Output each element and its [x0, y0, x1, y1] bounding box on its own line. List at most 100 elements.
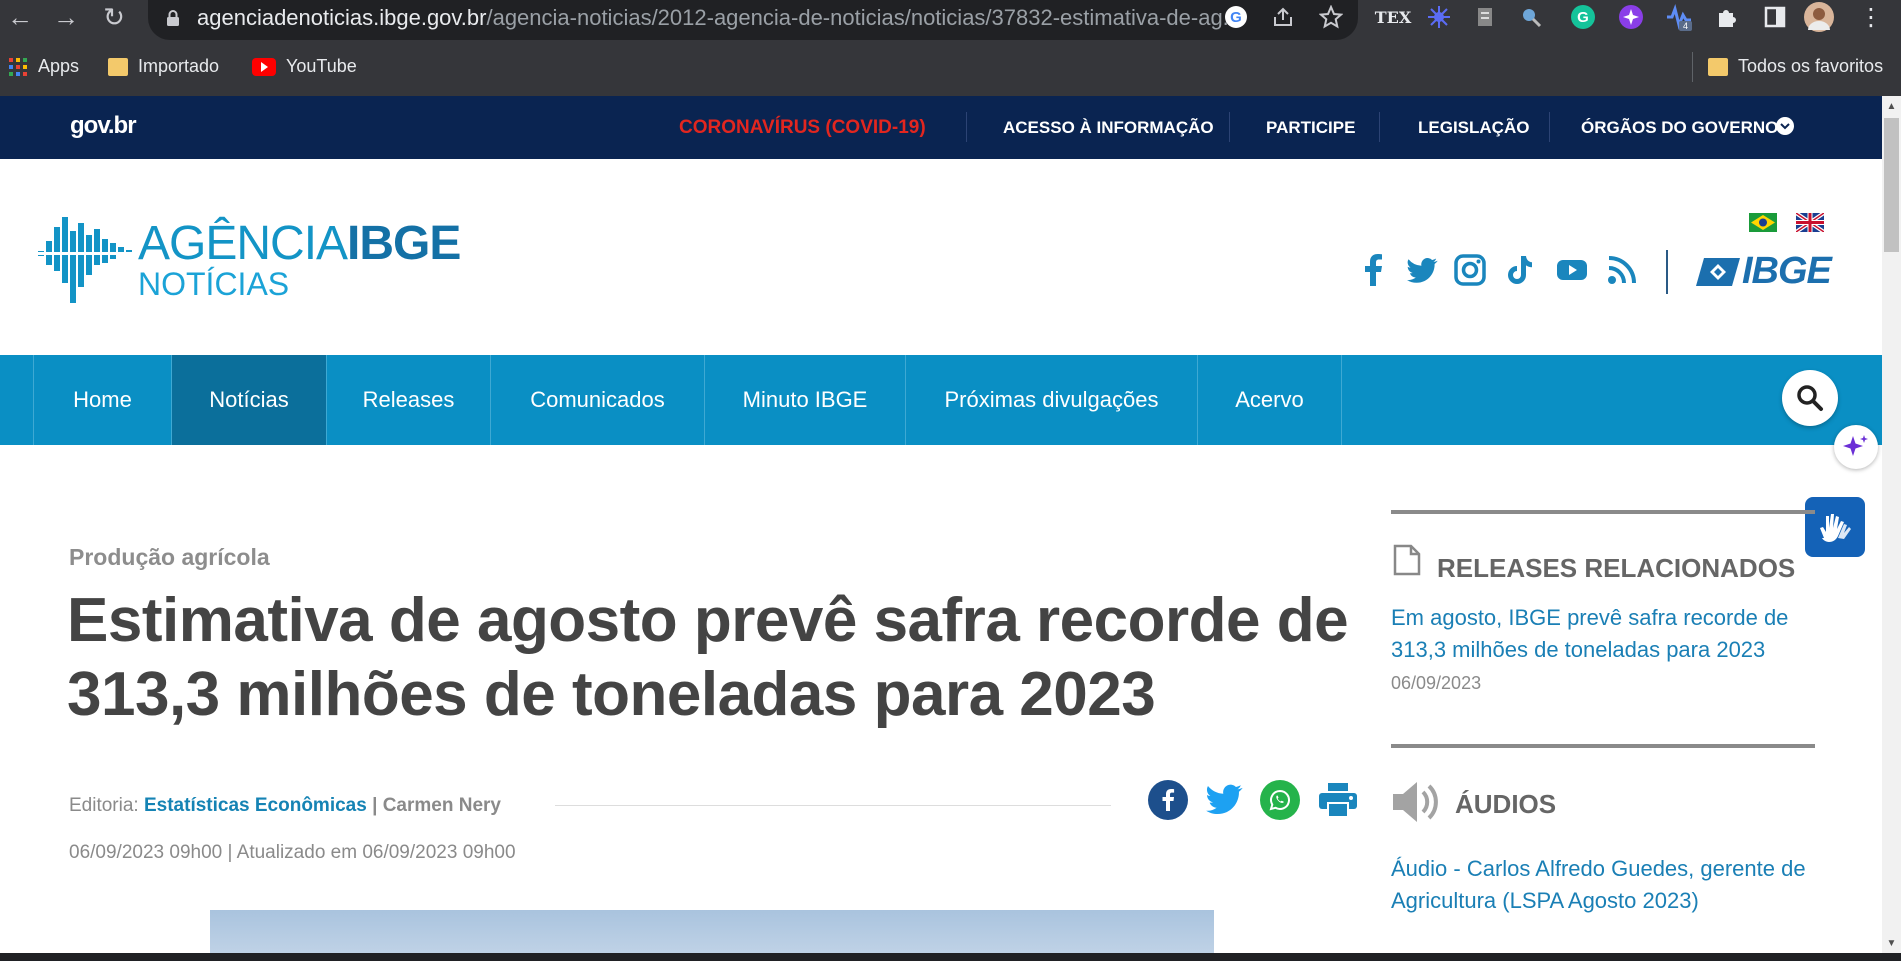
tex-extension-icon[interactable]: TEX	[1375, 2, 1412, 32]
audios-title: ÁUDIOS	[1455, 789, 1557, 819]
ai-assistant-button[interactable]	[1834, 425, 1878, 469]
uk-flag-icon[interactable]	[1796, 213, 1824, 232]
folder-icon	[108, 57, 128, 76]
nav-acervo[interactable]: Acervo	[1197, 355, 1342, 445]
nav-home[interactable]: Home	[33, 355, 171, 445]
share-facebook-icon[interactable]	[1148, 780, 1188, 820]
gov-divider	[1229, 112, 1230, 142]
participe-link[interactable]: PARTICIPE	[1266, 118, 1355, 138]
editoria-link[interactable]: Estatísticas Econômicas	[144, 795, 367, 816]
bookmark-youtube-label: YouTube	[286, 56, 357, 76]
nav-comunicados[interactable]: Comunicados	[490, 355, 704, 445]
lock-icon	[167, 10, 179, 26]
youtube-channel-icon[interactable]	[1554, 252, 1590, 288]
svg-text:4: 4	[1683, 21, 1688, 31]
article-photo	[210, 910, 1214, 953]
twitter-icon[interactable]	[1404, 252, 1440, 288]
activity-extension-icon[interactable]: 4	[1664, 2, 1694, 32]
govbr-logo[interactable]: gov.br	[70, 112, 137, 140]
agencia-logo-bars-icon[interactable]	[38, 215, 132, 303]
google-lens-icon[interactable]: G	[1221, 2, 1251, 32]
nav-minuto-ibge[interactable]: Minuto IBGE	[704, 355, 905, 445]
scrollbar-thumb[interactable]	[1884, 118, 1899, 252]
apps-grid-icon	[9, 57, 27, 76]
editoria-label: Editoria:	[69, 795, 139, 816]
article-title: Estimativa de agosto prevê safra recorde…	[67, 586, 1349, 729]
sparkle-extension-icon[interactable]	[1616, 2, 1646, 32]
rss-icon[interactable]	[1604, 252, 1640, 288]
orgaos-governo-link[interactable]: ÓRGÃOS DO GOVERNO	[1581, 118, 1778, 138]
youtube-icon	[252, 57, 276, 76]
brazil-flag-icon[interactable]	[1749, 213, 1777, 232]
agencia-logo-subtitle[interactable]: NOTÍCIAS	[138, 268, 289, 300]
grammarly-icon[interactable]: G	[1568, 2, 1598, 32]
related-release-link[interactable]: Em agosto, IBGE prevê safra recorde de 3…	[1391, 602, 1831, 666]
ibge-emblem-icon	[1696, 258, 1740, 286]
sidebar-rule	[1391, 510, 1815, 514]
header-divider	[1666, 250, 1668, 294]
audio-link[interactable]: Áudio - Carlos Alfredo Guedes, gerente d…	[1391, 853, 1831, 917]
sidebar-rule	[1391, 744, 1815, 748]
nav-releases[interactable]: Releases	[326, 355, 490, 445]
forward-button[interactable]: →	[48, 0, 84, 34]
agencia-logo-title[interactable]: AGÊNCIAIBGE	[138, 220, 461, 268]
scroll-down-arrow-icon[interactable]: ▼	[1882, 934, 1901, 952]
vlibras-accessibility-button[interactable]	[1805, 497, 1865, 557]
facebook-icon[interactable]	[1356, 252, 1392, 288]
instagram-icon[interactable]	[1452, 252, 1488, 288]
nav-proximas-divulgacoes[interactable]: Próximas divulgações	[905, 355, 1197, 445]
nav-noticias[interactable]: Notícias	[171, 355, 326, 445]
share-whatsapp-icon[interactable]	[1260, 780, 1300, 820]
share-twitter-icon[interactable]	[1204, 780, 1244, 820]
magnifier-extension-icon[interactable]	[1516, 2, 1546, 32]
article-date: 06/09/2023 09h00 | Atualizado em 06/09/2…	[69, 842, 516, 863]
document-icon	[1393, 544, 1421, 576]
tiktok-icon[interactable]	[1502, 252, 1538, 288]
chevron-down-icon[interactable]	[1776, 117, 1794, 135]
search-icon	[1797, 385, 1823, 411]
bookmark-star-icon[interactable]	[1316, 2, 1346, 32]
gov-divider	[1549, 112, 1550, 142]
sparkle-icon	[1843, 435, 1868, 456]
gov-divider	[1379, 112, 1380, 142]
article-category[interactable]: Produção agrícola	[69, 544, 270, 571]
author-name: Carmen Nery	[382, 795, 501, 816]
meta-divider	[555, 805, 1111, 806]
bookmark-importado[interactable]: Importado	[108, 56, 219, 77]
ibge-brand-logo[interactable]: IBGE	[1742, 250, 1832, 293]
side-panel-icon[interactable]	[1760, 2, 1790, 32]
sunburst-extension-icon[interactable]	[1424, 2, 1454, 32]
all-bookmarks-label: Todos os favoritos	[1738, 56, 1884, 76]
scroll-up-arrow-icon[interactable]: ▲	[1882, 97, 1901, 115]
bookmark-youtube[interactable]: YouTube	[252, 56, 357, 77]
gov-divider	[966, 112, 967, 142]
profile-avatar[interactable]	[1804, 2, 1834, 32]
browser-menu-icon[interactable]: ⋮	[1856, 2, 1886, 32]
back-button[interactable]: ←	[2, 0, 38, 34]
releases-relacionados-title: RELEASES RELACIONADOS	[1437, 553, 1796, 583]
bookmarks-divider	[1692, 52, 1693, 82]
share-icon[interactable]	[1268, 2, 1298, 32]
taskbar-strip	[0, 953, 1901, 961]
reload-button[interactable]: ↻	[96, 0, 132, 34]
meta-separator: |	[372, 795, 378, 816]
extensions-puzzle-icon[interactable]	[1712, 2, 1742, 32]
svg-text:G: G	[1230, 9, 1242, 26]
bookmark-apps[interactable]: Apps	[8, 56, 79, 77]
bookmark-apps-label: Apps	[38, 56, 80, 76]
covid-link[interactable]: CORONAVÍRUS (COVID-19)	[679, 117, 926, 139]
url-text[interactable]: agenciadenoticias.ibge.gov.br/agencia-no…	[197, 5, 1241, 31]
speaker-icon	[1393, 782, 1438, 822]
all-bookmarks-button[interactable]: Todos os favoritos	[1708, 56, 1883, 77]
svg-text:G: G	[1577, 9, 1589, 26]
bookmark-importado-label: Importado	[138, 56, 220, 76]
acesso-informacao-link[interactable]: ACESSO À INFORMAÇÃO	[1003, 118, 1214, 138]
related-release-date: 06/09/2023	[1391, 673, 1482, 693]
print-icon[interactable]	[1318, 780, 1358, 820]
search-button[interactable]	[1782, 370, 1838, 426]
folder-icon	[1708, 57, 1728, 76]
document-extension-icon[interactable]	[1470, 2, 1500, 32]
article-meta: Editoria: Estatísticas Econômicas | Carm…	[69, 795, 501, 817]
legislacao-link[interactable]: LEGISLAÇÃO	[1418, 118, 1529, 138]
sign-language-hands-icon	[1820, 514, 1851, 542]
